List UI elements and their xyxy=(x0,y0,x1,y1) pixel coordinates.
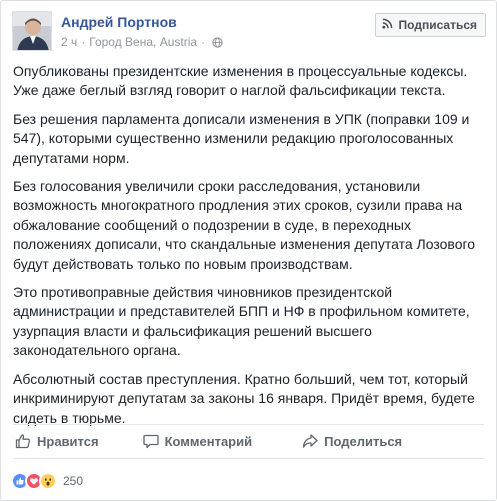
actions-divider-bottom xyxy=(13,458,484,459)
post-paragraph: Без решения парламента дописали изменени… xyxy=(13,110,470,166)
like-label: Нравится xyxy=(37,433,99,449)
post-timestamp-link[interactable]: 2 ч xyxy=(61,35,77,49)
like-button[interactable]: Нравится xyxy=(15,433,99,449)
rss-icon xyxy=(381,18,393,32)
post-paragraph: Это противоправные действия чиновников п… xyxy=(13,284,470,359)
subscribe-button[interactable]: Подписаться xyxy=(374,13,486,37)
comment-button[interactable]: Комментарий xyxy=(142,433,253,449)
post-location-link[interactable]: Город Вена, Austria xyxy=(89,35,197,49)
comment-label: Комментарий xyxy=(164,433,253,449)
share-label: Поделиться xyxy=(324,433,403,449)
meta-separator-2: · xyxy=(201,35,206,49)
comment-bubble-icon xyxy=(142,433,159,449)
share-arrow-icon xyxy=(302,433,318,449)
reactions-summary[interactable]: 250 xyxy=(11,471,83,491)
post-paragraph: Абсолютный состав преступления. Кратно б… xyxy=(13,370,475,426)
meta-separator: · xyxy=(81,35,86,49)
post-body: Опубликованы президентские изменения в п… xyxy=(13,62,485,437)
post-paragraph: Без голосования увеличили сроки расследо… xyxy=(13,178,476,272)
post-meta: 2 ч · Город Вена, Austria · xyxy=(61,35,223,49)
share-button[interactable]: Поделиться xyxy=(302,433,402,449)
post-paragraph: Опубликованы президентские изменения в п… xyxy=(13,63,468,99)
reactions-count[interactable]: 250 xyxy=(63,474,83,488)
subscribe-label: Подписаться xyxy=(398,18,477,32)
post-actions-bar: Нравится Комментарий Поделиться xyxy=(13,425,484,457)
post-card: Андрей Портнов 2 ч · Город Вена, Austria… xyxy=(0,0,497,501)
thumbs-up-icon xyxy=(15,433,31,449)
author-name-link[interactable]: Андрей Портнов xyxy=(61,14,177,30)
wow-reaction-icon xyxy=(39,472,57,490)
author-avatar[interactable] xyxy=(12,11,52,51)
post-header: Андрей Портнов 2 ч · Город Вена, Austria… xyxy=(12,11,486,55)
globe-icon[interactable] xyxy=(212,36,223,48)
